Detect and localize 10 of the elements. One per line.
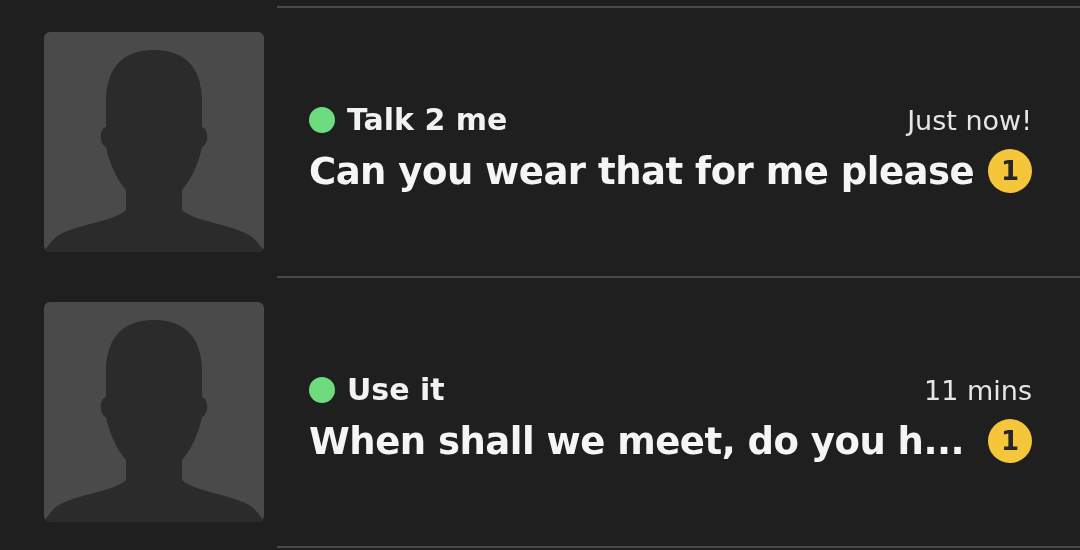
message-time: 11 mins — [924, 376, 1032, 404]
message-time: Just now! — [907, 106, 1032, 134]
message-preview: When shall we meet, do you h... — [309, 422, 965, 460]
unread-count: 1 — [988, 149, 1032, 193]
avatar-silhouette-icon — [44, 302, 264, 522]
message-preview: Can you wear that for me please — [309, 152, 975, 190]
contact-name: Use it — [347, 375, 445, 405]
avatar-silhouette-icon — [44, 32, 264, 252]
contact-name: Talk 2 me — [347, 105, 508, 135]
unread-count: 1 — [988, 419, 1032, 463]
